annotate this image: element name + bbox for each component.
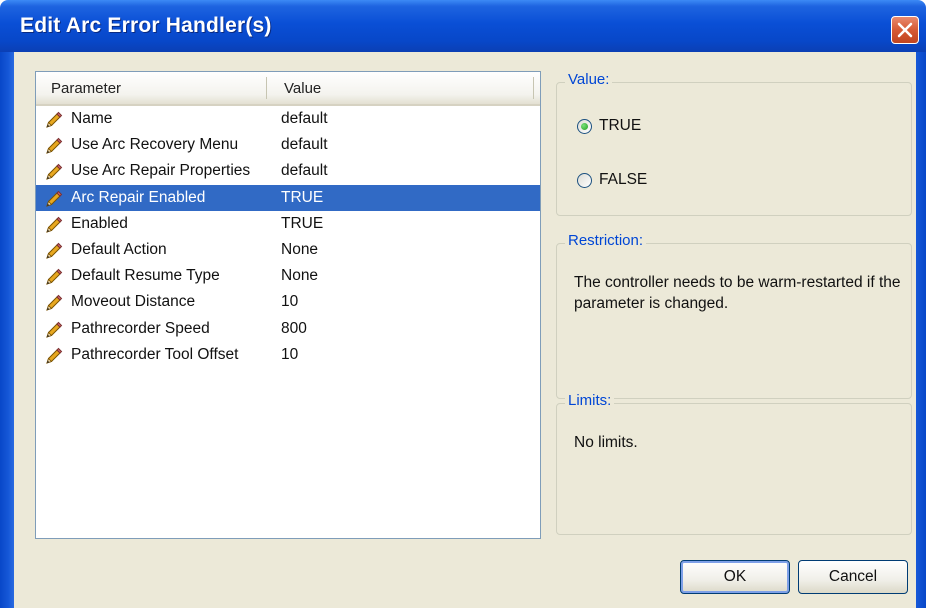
table-row[interactable]: Pathrecorder Speed 800 <box>36 316 540 342</box>
ok-button[interactable]: OK <box>680 560 790 594</box>
parameter-name: Pathrecorder Speed <box>71 319 210 337</box>
table-row[interactable]: Use Arc Recovery Menu default <box>36 132 540 158</box>
parameter-value: 10 <box>281 293 299 311</box>
pencil-icon <box>45 163 63 181</box>
dialog-window: Edit Arc Error Handler(s) Parameter Valu… <box>0 0 926 608</box>
parameter-name: Arc Repair Enabled <box>71 188 206 206</box>
parameter-value: TRUE <box>281 188 324 206</box>
column-header-value[interactable]: Value <box>284 80 321 97</box>
pencil-icon <box>45 268 63 286</box>
list-header: Parameter Value <box>36 72 540 106</box>
parameter-value: default <box>281 136 328 154</box>
limits-group: Limits: No limits. <box>556 392 912 535</box>
pencil-icon <box>45 347 63 365</box>
restriction-group-label: Restriction: <box>565 232 647 249</box>
parameter-name: Default Resume Type <box>71 267 220 285</box>
title-bar[interactable]: Edit Arc Error Handler(s) <box>0 0 926 52</box>
pencil-icon <box>45 242 63 260</box>
radio-true[interactable]: TRUE <box>577 117 641 135</box>
column-divider[interactable] <box>533 77 534 99</box>
parameter-name: Moveout Distance <box>71 293 196 311</box>
limits-text: No limits. <box>574 434 638 451</box>
close-button[interactable] <box>891 16 919 44</box>
parameter-name: Name <box>71 110 113 127</box>
parameter-value: default <box>281 110 328 127</box>
table-row[interactable]: Use Arc Repair Properties default <box>36 158 540 184</box>
parameter-name: Default Action <box>71 241 167 258</box>
parameter-value: None <box>281 267 319 285</box>
radio-button-icon[interactable] <box>577 118 592 134</box>
value-group: Value: TRUE FALSE <box>556 71 912 216</box>
table-row[interactable]: Pathrecorder Tool Offset 10 <box>36 342 540 368</box>
parameter-value: 800 <box>281 319 307 337</box>
pencil-icon <box>45 111 63 129</box>
value-group-label: Value: <box>565 71 613 88</box>
table-row[interactable]: Default Action None <box>36 237 540 263</box>
parameter-name: Use Arc Repair Properties <box>71 162 251 180</box>
table-row[interactable]: Name default <box>36 106 540 132</box>
close-icon <box>897 22 913 38</box>
window-frame-left <box>0 52 14 608</box>
parameter-name: Use Arc Recovery Menu <box>71 136 239 154</box>
parameter-name: Enabled <box>71 214 128 232</box>
pencil-icon <box>45 294 63 312</box>
restriction-text: The controller needs to be warm-restarte… <box>574 274 901 312</box>
column-header-parameter[interactable]: Parameter <box>51 80 121 97</box>
parameter-list[interactable]: Parameter Value Name default Use Arc Recov… <box>35 71 541 539</box>
parameter-value: None <box>281 241 319 258</box>
pencil-icon <box>45 190 63 208</box>
table-row[interactable]: Default Resume Type None <box>36 263 540 289</box>
parameter-value: 10 <box>281 345 299 363</box>
parameter-value: default <box>281 162 328 180</box>
window-frame-right <box>916 52 926 608</box>
radio-false[interactable]: FALSE <box>577 171 647 189</box>
radio-false-label: FALSE <box>599 171 648 188</box>
window-title: Edit Arc Error Handler(s) <box>20 14 272 37</box>
pencil-icon <box>45 216 63 234</box>
table-row[interactable]: Enabled TRUE <box>36 211 540 237</box>
limits-group-label: Limits: <box>565 392 615 409</box>
table-row[interactable]: Arc Repair Enabled TRUE <box>36 184 540 211</box>
column-divider[interactable] <box>266 77 267 99</box>
restriction-group: Restriction: The controller needs to be … <box>556 232 912 399</box>
pencil-icon <box>45 137 63 155</box>
parameter-value: TRUE <box>281 214 324 232</box>
table-row[interactable]: Moveout Distance 10 <box>36 289 540 315</box>
radio-true-label: TRUE <box>599 117 642 134</box>
radio-button-icon[interactable] <box>577 172 592 188</box>
cancel-button[interactable]: Cancel <box>798 560 908 594</box>
parameter-name: Pathrecorder Tool Offset <box>71 345 239 363</box>
pencil-icon <box>45 321 63 339</box>
